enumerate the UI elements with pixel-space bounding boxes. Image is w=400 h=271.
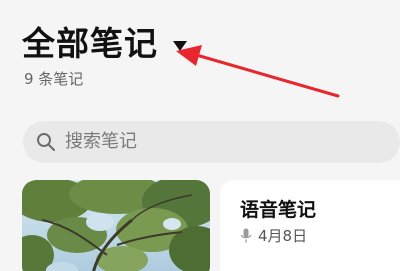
note-card-voice[interactable]: 语音笔记 4月8日 — [220, 180, 400, 271]
header: 全部笔记 — [22, 22, 188, 66]
mic-icon — [240, 228, 252, 244]
note-card-image[interactable] — [22, 180, 210, 271]
notes-home-screen: 全部笔记 9 条笔记 搜索笔记 语音笔记 4月8日 — [0, 0, 400, 271]
voice-note-title: 语音笔记 — [240, 199, 317, 221]
voice-note-meta: 4月8日 — [240, 226, 307, 246]
note-count: 9 条笔记 — [24, 70, 84, 88]
search-input[interactable]: 搜索笔记 — [23, 121, 400, 163]
triangle-down-icon[interactable] — [172, 40, 188, 52]
search-icon — [36, 132, 56, 152]
tree-photo — [22, 180, 210, 271]
voice-note-date: 4月8日 — [258, 227, 308, 245]
search-placeholder: 搜索笔记 — [65, 131, 137, 152]
page-title[interactable]: 全部笔记 — [22, 24, 158, 64]
